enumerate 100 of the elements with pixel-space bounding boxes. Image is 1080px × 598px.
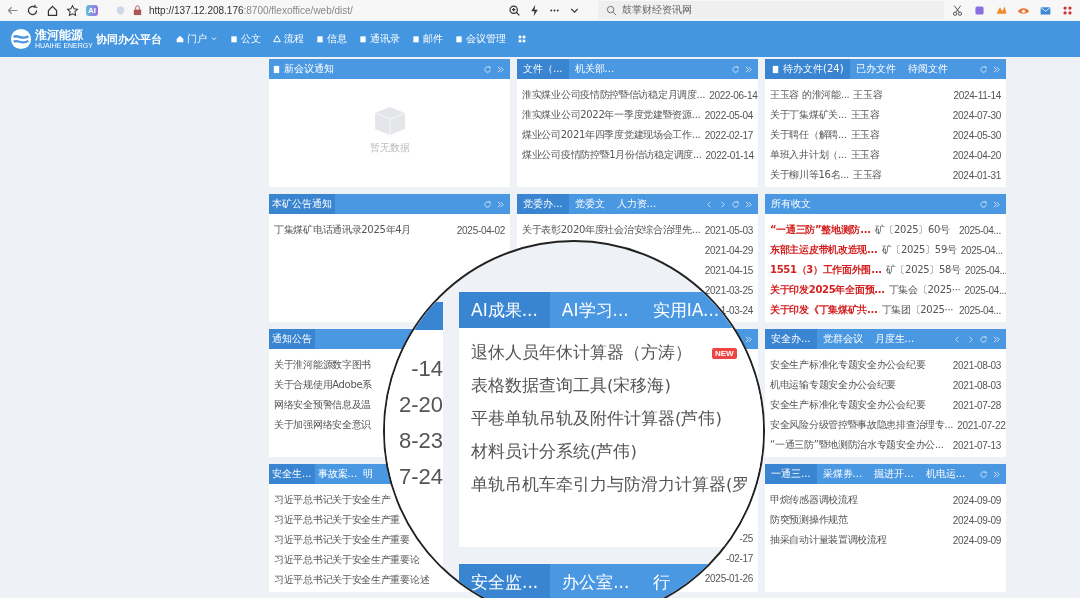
home-icon[interactable]: [46, 3, 59, 17]
extension-icon[interactable]: [973, 3, 986, 17]
list-item-link[interactable]: 关于合规使用Adobe系: [274, 378, 373, 392]
list-item-link[interactable]: 煤业公司疫情防控暨1月份信访稳定调度...: [522, 148, 702, 162]
nav-menu-item[interactable]: 信息: [315, 32, 347, 46]
list-item-link[interactable]: 习近平总书记关于安全生产: [274, 493, 391, 507]
panel-tab[interactable]: AI成果...: [459, 292, 550, 328]
nav-menu-item[interactable]: 公文: [229, 32, 261, 46]
panel-tab[interactable]: 机关部...: [568, 59, 621, 79]
reload-icon[interactable]: [26, 3, 39, 17]
list-item-link[interactable]: 淮实煤业公司疫情防控暨信访稳定月调度...: [522, 88, 706, 102]
list-item-link[interactable]: 退休人员年休计算器（方涛）: [471, 342, 692, 364]
grid-icon[interactable]: [517, 35, 526, 43]
list-item-link[interactable]: 机电运输专题安全办公会纪要: [770, 378, 897, 392]
double-chevron-icon[interactable]: [992, 199, 1001, 209]
list-item-link[interactable]: 网络安全预警信息及温: [274, 398, 371, 412]
list-item-link[interactable]: 关于加强网络安全意识: [274, 418, 371, 432]
refresh-icon[interactable]: [979, 334, 988, 344]
chevron-right-icon[interactable]: [718, 199, 727, 209]
zoom-icon[interactable]: [508, 3, 522, 17]
nav-menu-item[interactable]: 会议管理: [454, 32, 506, 46]
list-item-link[interactable]: 表格数据查询工具(宋移海): [471, 375, 671, 397]
double-chevron-icon[interactable]: [992, 64, 1001, 74]
panel-tab[interactable]: 安全生...: [269, 464, 315, 484]
list-item-link[interactable]: 习近平总书记关于安全生产重要论: [274, 553, 420, 567]
list-item-link[interactable]: 丁集煤矿电话通讯录2025年4月: [274, 223, 411, 237]
panel-tab[interactable]: 新会议通知: [269, 59, 337, 79]
double-chevron-icon[interactable]: [496, 64, 505, 74]
search-field[interactable]: 鼓掌财经资讯网: [598, 1, 944, 19]
panel-tab[interactable]: 行: [641, 564, 683, 598]
list-item-link[interactable]: 习近平总书记关于安全生产重要: [274, 533, 410, 547]
list-item-link[interactable]: 关于聘任（解聘...: [770, 128, 847, 142]
panel-tab[interactable]: 办公室...: [550, 564, 642, 598]
panel-tab[interactable]: 明: [360, 464, 377, 484]
panel-tab[interactable]: 一通三...: [765, 464, 817, 484]
panel-tab[interactable]: 已办文件: [849, 59, 902, 79]
refresh-icon[interactable]: [979, 64, 988, 74]
panel-tab[interactable]: 所有收文: [765, 194, 817, 214]
double-chevron-icon[interactable]: [992, 469, 1001, 479]
nav-menu-item[interactable]: 邮件: [411, 32, 443, 46]
list-item-link[interactable]: 平巷单轨吊轨及附件计算器(芦伟): [471, 408, 722, 430]
panel-tab[interactable]: 月度生...: [868, 329, 921, 349]
list-item-link[interactable]: 1551（3）工作面外围...: [770, 263, 882, 277]
list-item-link[interactable]: 安全风险分级管控暨事故隐患排查治理专...: [770, 418, 954, 432]
double-chevron-icon[interactable]: [744, 199, 753, 209]
panel-tab[interactable]: 本矿公告通知: [269, 194, 335, 214]
panel-tab[interactable]: 通知公告: [269, 329, 315, 349]
refresh-icon[interactable]: [731, 199, 740, 209]
refresh-icon[interactable]: [483, 199, 492, 209]
refresh-icon[interactable]: [483, 64, 492, 74]
list-item-link[interactable]: “一通三防”整地测防...: [770, 223, 871, 237]
list-item-link[interactable]: 关于印发2025年全面预...: [770, 283, 885, 297]
list-item-link[interactable]: 防突预测操作规范: [770, 513, 848, 527]
list-item-link[interactable]: 单班入井计划（...: [770, 148, 847, 162]
list-item-link[interactable]: 煤业公司2021年四季度党建现场会工作...: [522, 128, 701, 142]
refresh-icon[interactable]: [979, 199, 988, 209]
chevron-right-icon[interactable]: [966, 334, 975, 344]
panel-tab[interactable]: AI学习...: [549, 292, 641, 328]
list-item-link[interactable]: 材料员计分系统(芦伟): [471, 441, 637, 463]
panel-tab[interactable]: 机电运...: [919, 464, 972, 484]
list-item-link[interactable]: 东部主运皮带机改造现...: [770, 243, 878, 257]
panel-tab[interactable]: 党群会议: [816, 329, 869, 349]
panel-tab[interactable]: 待办文件(24): [765, 59, 850, 79]
panel-tab[interactable]: 党委文: [568, 194, 611, 214]
double-chevron-icon[interactable]: [496, 199, 505, 209]
panel-tab[interactable]: 党委办...: [517, 194, 569, 214]
panel-tab[interactable]: 事故案...: [314, 464, 361, 484]
address-bar[interactable]: http://137.12.208.176:8700/flexoffice/web/dist/: [115, 4, 502, 16]
list-item-link[interactable]: 淮实煤业公司2022年一季度党建暨资源...: [522, 108, 701, 122]
double-chevron-icon[interactable]: [992, 334, 1001, 344]
list-item-link[interactable]: 关于印发《丁集煤矿共...: [770, 303, 878, 317]
panel-tab[interactable]: 安全监...: [459, 564, 551, 598]
list-item-link[interactable]: 习近平总书记关于安全生产重要论述: [274, 573, 430, 587]
double-chevron-icon[interactable]: [744, 334, 753, 344]
panel-tab[interactable]: 安全办...: [765, 329, 817, 349]
double-chevron-icon[interactable]: [744, 64, 753, 74]
list-item-link[interactable]: 安全生产标准化专题安全办公会纪要: [770, 358, 926, 372]
list-item-link[interactable]: 关于淮河能源数字图书: [274, 358, 371, 372]
nav-menu-item[interactable]: 通讯录: [358, 32, 400, 46]
list-item-link[interactable]: “一通三防”暨地测防治水专题安全办公...: [770, 438, 944, 452]
refresh-icon[interactable]: [979, 469, 988, 479]
list-item-link[interactable]: 关于柳川等16名...: [770, 168, 849, 182]
chevron-left-icon[interactable]: [705, 199, 714, 209]
panel-tab[interactable]: 掘进开...: [868, 464, 920, 484]
ai-extension-button[interactable]: AI: [86, 4, 98, 16]
list-item-link[interactable]: 甲烷传感器调校流程: [770, 493, 858, 507]
list-item-link[interactable]: 抽采自动计量装置调校流程: [770, 533, 887, 547]
nav-menu-item[interactable]: 流程: [272, 32, 304, 46]
list-item-link[interactable]: 单轨吊机车牵引力与防滑力计算器(罗: [471, 474, 750, 496]
star-icon[interactable]: [66, 3, 79, 17]
nav-menu-item[interactable]: 门户: [175, 32, 218, 46]
panel-tab[interactable]: 人力资...: [610, 194, 663, 214]
panel-tab[interactable]: 文件（...: [517, 59, 569, 79]
chevron-left-icon[interactable]: [953, 334, 962, 344]
list-item-link[interactable]: 习近平总书记关于安全生产重: [274, 513, 401, 527]
list-item-link[interactable]: 关于表彰2020年度社会治安综合治理先...: [522, 223, 701, 237]
list-item-link[interactable]: 王玉容 的淮河能...: [770, 88, 850, 102]
list-item-link[interactable]: 关于丁集煤矿关...: [770, 108, 847, 122]
panel-tab[interactable]: 待阅文件: [901, 59, 954, 79]
refresh-icon[interactable]: [731, 64, 740, 74]
